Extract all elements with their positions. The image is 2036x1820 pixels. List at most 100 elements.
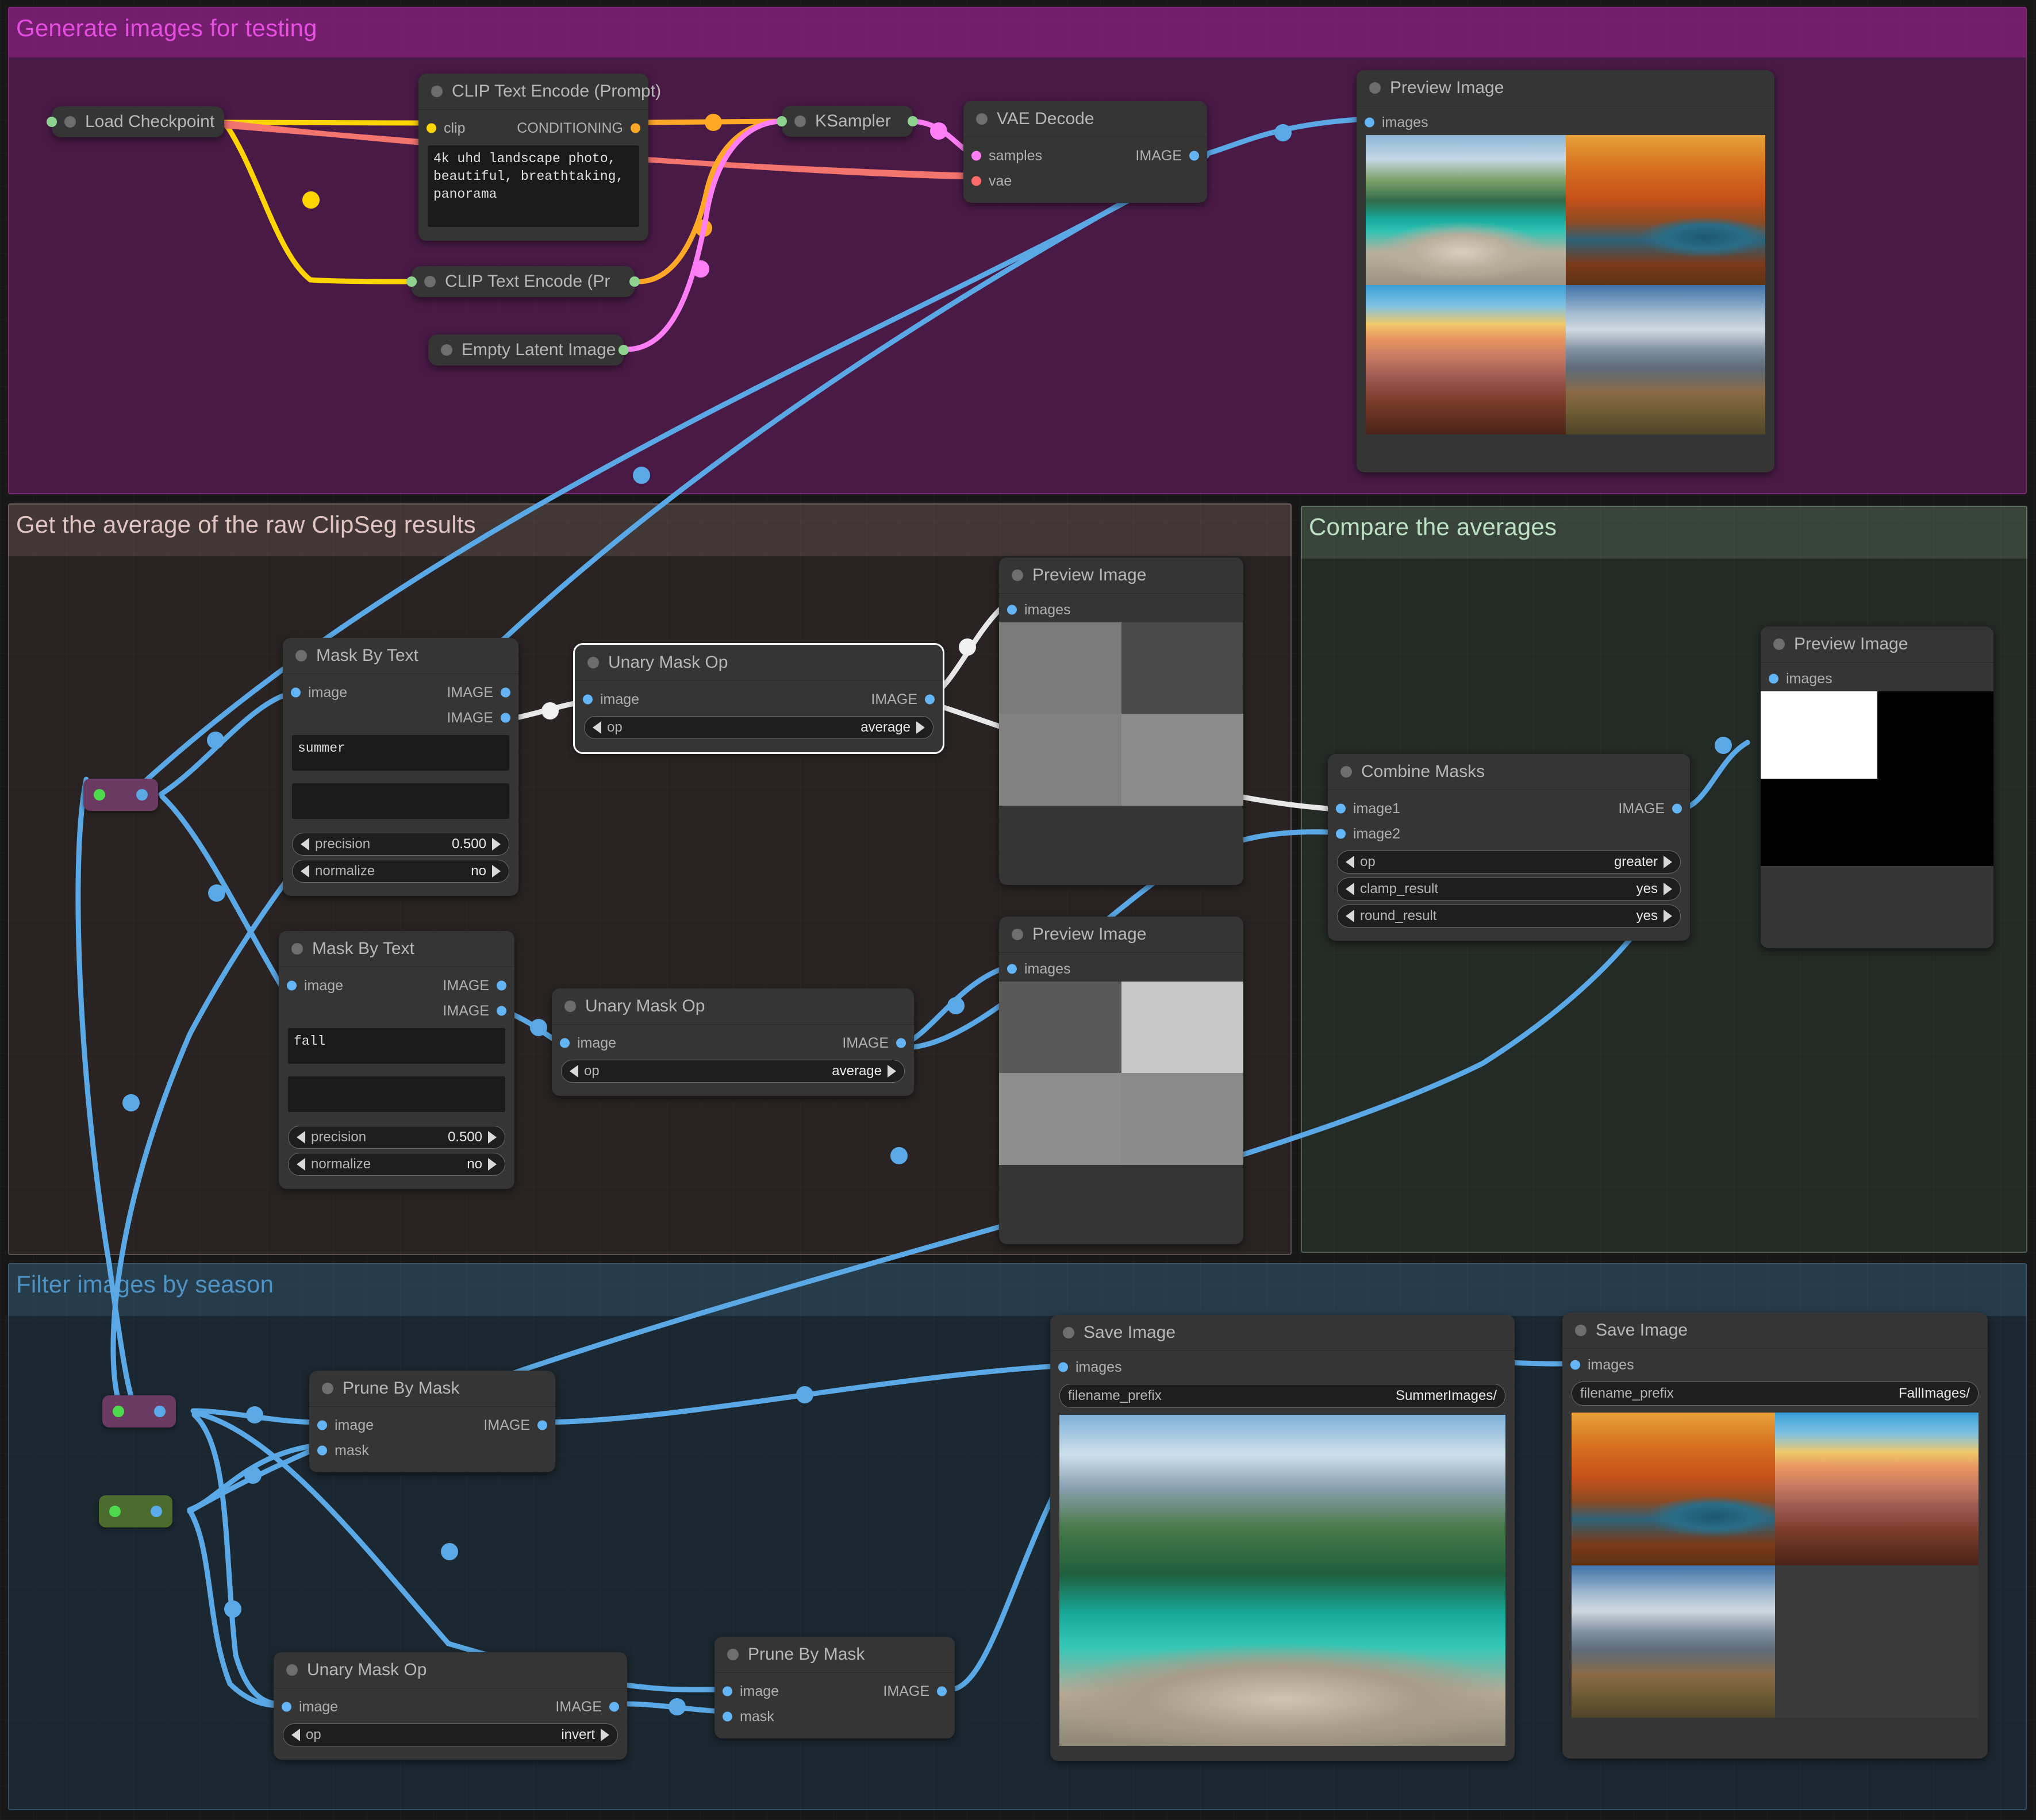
node-title-bar[interactable]: Prune By Mask [309, 1371, 555, 1406]
prompt-text-input[interactable]: summer [292, 735, 509, 771]
decrement-arrow-icon[interactable] [593, 721, 601, 734]
prompt-text-input[interactable]: fall [288, 1028, 505, 1064]
node-title-bar[interactable]: Save Image [1562, 1313, 1988, 1348]
node-title-bar[interactable]: Unary Mask Op [274, 1652, 627, 1688]
node-title-bar[interactable]: CLIP Text Encode (Pr [412, 266, 635, 297]
decrement-arrow-icon[interactable] [1346, 856, 1354, 868]
filename-prefix-value[interactable]: SummerImages/ [1396, 1388, 1497, 1404]
node-title-bar[interactable]: VAE Decode [963, 101, 1207, 137]
reroute-input-slot[interactable] [113, 1406, 124, 1417]
node-empty-latent-image[interactable]: Empty Latent Image [428, 334, 624, 365]
preview-mask-grid[interactable] [999, 622, 1243, 806]
node-title-bar[interactable]: Preview Image [999, 557, 1243, 593]
preview-thumb[interactable] [1566, 285, 1766, 435]
decrement-arrow-icon[interactable] [301, 838, 309, 851]
op-widget[interactable]: op greater [1337, 851, 1681, 874]
saved-image-thumb[interactable] [1775, 1413, 1979, 1565]
preview-mask-thumb[interactable] [1121, 714, 1244, 805]
node-title-bar[interactable]: Load Checkpoint [52, 106, 224, 137]
preview-thumb[interactable] [1566, 135, 1766, 285]
node-preview-image-avg-fall[interactable]: Preview Image images [999, 917, 1243, 1244]
node-preview-image-generated[interactable]: Preview Image images [1357, 70, 1774, 472]
preview-mask-thumb[interactable] [999, 1073, 1121, 1164]
op-widget[interactable]: op invert [283, 1723, 618, 1746]
preview-mask-thumb[interactable] [1761, 691, 1877, 779]
node-title-bar[interactable]: KSampler [782, 106, 913, 137]
node-title-bar[interactable]: Combine Masks [1328, 754, 1690, 790]
increment-arrow-icon[interactable] [488, 1131, 497, 1144]
node-title-bar[interactable]: Prune By Mask [714, 1637, 955, 1672]
collapse-toggle-icon[interactable] [587, 657, 599, 668]
normalize-widget[interactable]: normalize no [288, 1153, 505, 1176]
normalize-widget[interactable]: normalize no [292, 860, 509, 883]
node-save-image-fall[interactable]: Save Image images filename_prefix FallIm… [1562, 1313, 1988, 1759]
decrement-arrow-icon[interactable] [297, 1158, 305, 1171]
reroute-input-slot[interactable] [94, 789, 105, 801]
node-save-image-summer[interactable]: Save Image images filename_prefix Summer… [1050, 1315, 1515, 1761]
output-slot-latent[interactable] [619, 345, 629, 355]
collapse-toggle-icon[interactable] [1340, 766, 1352, 778]
comfyui-graph-canvas[interactable]: Generate images for testing Get the aver… [0, 0, 2036, 1820]
node-title-bar[interactable]: CLIP Text Encode (Prompt) [418, 74, 648, 109]
output-slot-model[interactable] [47, 117, 57, 127]
node-combine-masks[interactable]: Combine Masks image1 IMAGE image2 op gre… [1328, 754, 1690, 941]
node-title-bar[interactable]: Unary Mask Op [552, 988, 914, 1024]
increment-arrow-icon[interactable] [1664, 856, 1672, 868]
node-unary-mask-op-summer[interactable]: Unary Mask Op image IMAGE op average [575, 645, 943, 752]
collapse-toggle-icon[interactable] [1012, 570, 1023, 581]
node-title-bar[interactable]: Mask By Text [283, 638, 518, 674]
saved-image-grid[interactable] [1059, 1415, 1505, 1746]
increment-arrow-icon[interactable] [492, 865, 501, 878]
reroute-output-slot[interactable] [136, 789, 148, 801]
node-clip-text-encode-positive[interactable]: CLIP Text Encode (Prompt) clip CONDITION… [418, 74, 648, 241]
node-title-bar[interactable]: Preview Image [1357, 70, 1774, 106]
collapse-toggle-icon[interactable] [727, 1649, 739, 1660]
increment-arrow-icon[interactable] [1664, 883, 1672, 895]
round-result-widget[interactable]: round_result yes [1337, 905, 1681, 928]
preview-mask-thumb[interactable] [999, 714, 1121, 805]
decrement-arrow-icon[interactable] [301, 865, 309, 878]
increment-arrow-icon[interactable] [601, 1729, 609, 1741]
reroute-node-image-avg[interactable] [83, 779, 158, 811]
preview-mask-thumb[interactable] [1121, 982, 1244, 1073]
node-title-bar[interactable]: Preview Image [999, 917, 1243, 952]
node-mask-by-text-summer[interactable]: Mask By Text image IMAGE IMAGE summer pr… [283, 638, 518, 896]
collapse-toggle-icon[interactable] [322, 1383, 333, 1394]
filename-prefix-value[interactable]: FallImages/ [1899, 1386, 1970, 1402]
node-title-bar[interactable]: Mask By Text [279, 931, 514, 967]
decrement-arrow-icon[interactable] [297, 1131, 305, 1144]
collapse-toggle-icon[interactable] [1575, 1325, 1586, 1336]
node-mask-by-text-fall[interactable]: Mask By Text image IMAGE IMAGE fall prec… [279, 931, 514, 1189]
filename-prefix-widget[interactable]: filename_prefix SummerImages/ [1059, 1384, 1505, 1408]
saved-image-thumb[interactable] [1572, 1413, 1775, 1565]
reroute-output-slot[interactable] [154, 1406, 166, 1417]
collapse-toggle-icon[interactable] [564, 1001, 576, 1012]
preview-mask-thumb[interactable] [1877, 691, 1994, 779]
collapse-toggle-icon[interactable] [794, 116, 806, 127]
collapse-toggle-icon[interactable] [291, 943, 303, 955]
node-preview-image-avg-summer[interactable]: Preview Image images [999, 557, 1243, 885]
preview-image-grid[interactable] [1366, 135, 1765, 434]
decrement-arrow-icon[interactable] [1346, 910, 1354, 922]
node-load-checkpoint[interactable]: Load Checkpoint [52, 106, 224, 137]
saved-image-grid[interactable] [1572, 1413, 1979, 1718]
filename-prefix-widget[interactable]: filename_prefix FallImages/ [1572, 1382, 1979, 1406]
collapse-toggle-icon[interactable] [441, 344, 452, 356]
node-title-bar[interactable]: Empty Latent Image [428, 334, 624, 365]
collapse-toggle-icon[interactable] [1012, 929, 1023, 940]
prompt-textarea[interactable]: 4k uhd landscape photo, beautiful, breat… [428, 145, 639, 227]
preview-mask-thumb[interactable] [1121, 622, 1244, 714]
preview-mask-thumb[interactable] [1877, 779, 1994, 866]
negative-prompt-text-input[interactable] [292, 783, 509, 819]
node-unary-mask-op-invert[interactable]: Unary Mask Op image IMAGE op invert [274, 1652, 627, 1760]
saved-image-thumb[interactable] [1572, 1565, 1775, 1718]
saved-image-thumb[interactable] [1059, 1415, 1505, 1746]
output-slot-conditioning[interactable] [629, 276, 640, 287]
op-widget[interactable]: op average [584, 716, 934, 739]
preview-mask-thumb[interactable] [1121, 1073, 1244, 1164]
op-widget[interactable]: op average [561, 1060, 905, 1083]
preview-mask-thumb[interactable] [999, 982, 1121, 1073]
input-slot-clip[interactable] [406, 276, 417, 287]
input-slot-model[interactable] [777, 116, 787, 126]
node-clip-text-encode-negative[interactable]: CLIP Text Encode (Pr [412, 266, 635, 297]
